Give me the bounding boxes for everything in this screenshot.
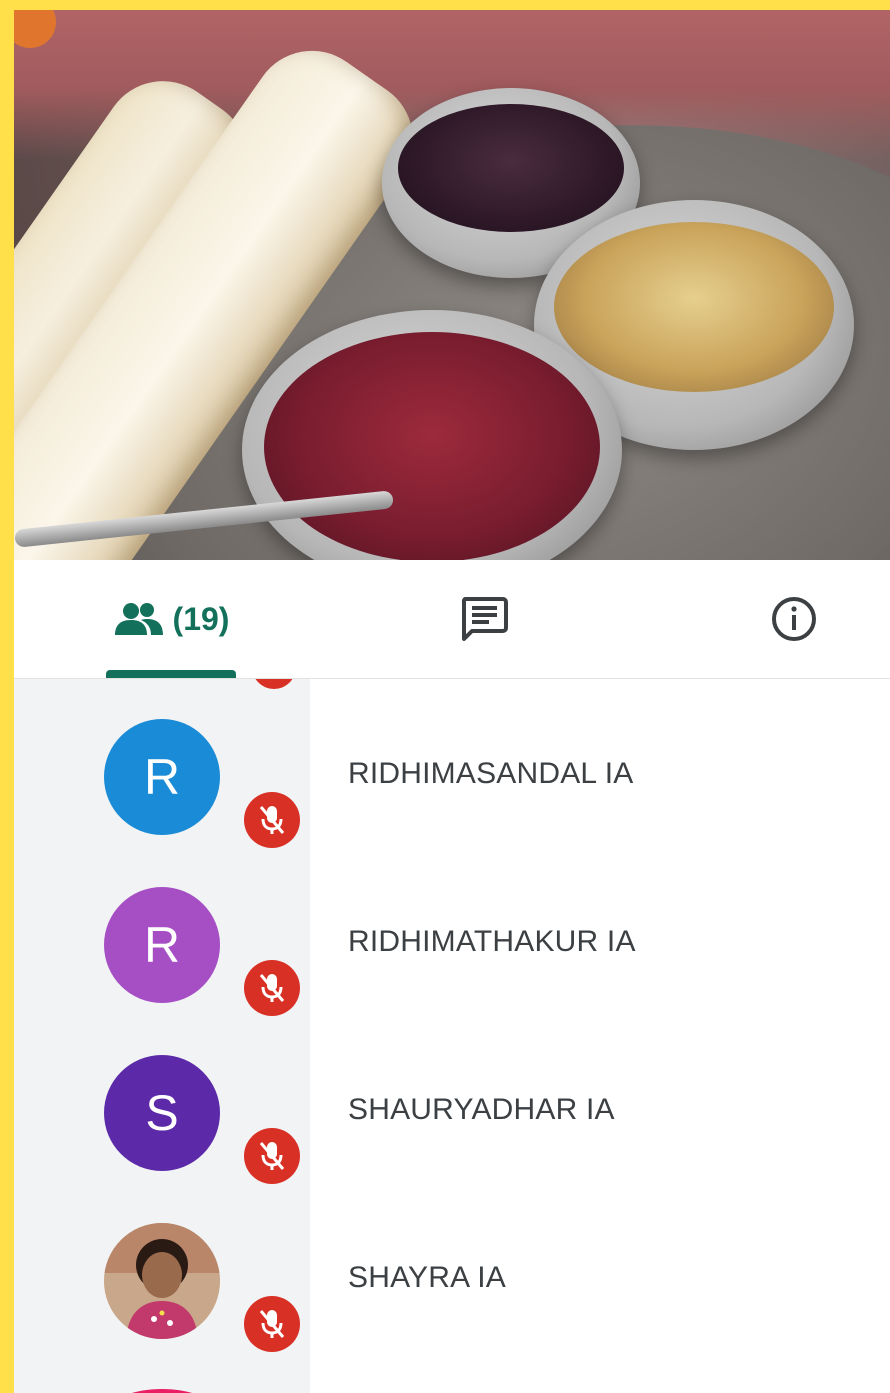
participant-name: SHAYRA IA — [348, 1261, 506, 1294]
participant-list[interactable]: R RIDHIMASANDAL IA R RIDHIMATHAKUR IA S … — [14, 679, 890, 1393]
list-item[interactable]: R RIDHIMATHAKUR IA — [14, 847, 890, 1016]
participant-count: (19) — [172, 600, 230, 637]
tab-chat[interactable] — [444, 560, 524, 678]
meet-participants-screen: (19) R RIDHIMASANDAL IA R RIDHIMATHAKUR … — [14, 10, 890, 1393]
tab-bar: (19) — [14, 560, 890, 679]
muted-mic-icon — [244, 960, 300, 1016]
list-item[interactable]: R RIDHIMASANDAL IA — [14, 679, 890, 848]
tab-people[interactable]: (19) — [106, 560, 236, 678]
participant-name: SHAURYADHAR IA — [348, 1093, 615, 1126]
avatar: S — [104, 1055, 220, 1171]
participant-name: RIDHIMATHAKUR IA — [348, 925, 636, 958]
chat-icon — [461, 597, 508, 641]
muted-mic-icon — [244, 1128, 300, 1184]
participant-name: RIDHIMASANDAL IA — [348, 757, 634, 790]
avatar: R — [104, 887, 220, 1003]
info-icon — [772, 597, 816, 641]
tab-info[interactable] — [754, 560, 834, 678]
muted-mic-icon — [244, 792, 300, 848]
muted-mic-icon — [244, 1296, 300, 1352]
video-feed[interactable] — [14, 10, 890, 560]
avatar: R — [104, 719, 220, 835]
people-icon — [114, 603, 163, 635]
avatar-photo — [104, 1223, 220, 1339]
list-item[interactable]: S SHAURYADHAR IA — [14, 1015, 890, 1184]
list-item[interactable]: SHAYRA IA — [14, 1183, 890, 1352]
active-tab-indicator — [106, 670, 236, 678]
